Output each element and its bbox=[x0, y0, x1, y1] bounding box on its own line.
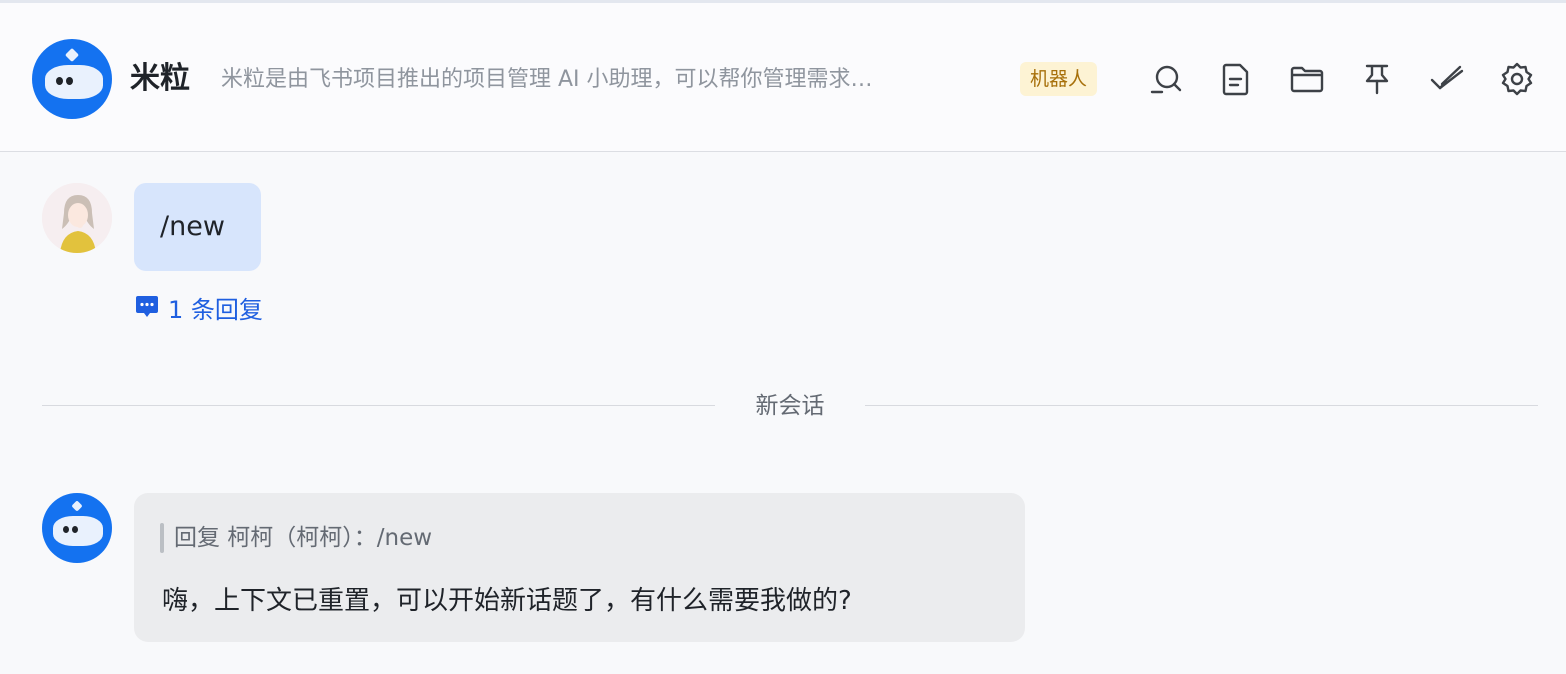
bot-message-text: 嗨，上下文已重置，可以开始新话题了，有什么需要我做的? bbox=[162, 586, 852, 616]
bot-eye-icon bbox=[72, 526, 78, 533]
pin-icon bbox=[1365, 64, 1389, 95]
document-icon bbox=[1222, 63, 1249, 96]
settings-button[interactable] bbox=[1499, 61, 1535, 97]
bot-avatar[interactable] bbox=[32, 39, 112, 119]
chat-header: 米粒 米粒是由飞书项目推出的项目管理 AI 小助理，可以帮你管理需求… 机器人 bbox=[0, 3, 1566, 152]
chat-window: 米粒 米粒是由飞书项目推出的项目管理 AI 小助理，可以帮你管理需求… 机器人 bbox=[0, 0, 1566, 674]
quote-bar bbox=[160, 523, 164, 553]
reply-quote[interactable]: 回复 柯柯（柯柯）：/new bbox=[174, 521, 432, 555]
reply-count-label: 1 条回复 bbox=[168, 295, 263, 324]
folder-icon bbox=[1290, 66, 1324, 93]
bot-eye-icon bbox=[63, 526, 69, 533]
chat-bubble-icon bbox=[136, 296, 158, 317]
files-button[interactable] bbox=[1289, 61, 1325, 97]
bot-message-bubble[interactable]: 回复 柯柯（柯柯）：/new 嗨，上下文已重置，可以开始新话题了，有什么需要我做… bbox=[134, 493, 1025, 642]
bot-antenna-icon bbox=[64, 47, 80, 63]
search-icon bbox=[1150, 65, 1182, 94]
tasks-button[interactable] bbox=[1429, 61, 1465, 97]
docs-button[interactable] bbox=[1218, 61, 1254, 97]
bot-eye-icon bbox=[66, 77, 73, 85]
new-session-divider: 新会话 bbox=[755, 393, 825, 419]
bot-eye-icon bbox=[56, 77, 63, 85]
search-button[interactable] bbox=[1148, 61, 1184, 97]
bot-message-avatar[interactable] bbox=[42, 493, 112, 563]
chat-title[interactable]: 米粒 bbox=[130, 59, 190, 99]
gear-icon bbox=[1501, 62, 1533, 96]
user-message-bubble[interactable]: /new bbox=[134, 183, 261, 271]
user-avatar[interactable] bbox=[42, 183, 112, 253]
divider-line-right bbox=[865, 405, 1538, 406]
user-avatar-illustration bbox=[42, 183, 112, 253]
bot-antenna-icon bbox=[71, 500, 83, 512]
bot-face-icon bbox=[45, 65, 103, 99]
thread-reply-link[interactable]: 1 条回复 bbox=[134, 290, 263, 324]
bot-badge: 机器人 bbox=[1020, 62, 1098, 96]
pin-button[interactable] bbox=[1359, 61, 1395, 97]
divider-line-left bbox=[42, 405, 715, 406]
check-icon bbox=[1430, 65, 1464, 90]
chat-description: 米粒是由飞书项目推出的项目管理 AI 小助理，可以帮你管理需求… bbox=[221, 67, 873, 92]
bot-face-icon bbox=[53, 516, 103, 546]
